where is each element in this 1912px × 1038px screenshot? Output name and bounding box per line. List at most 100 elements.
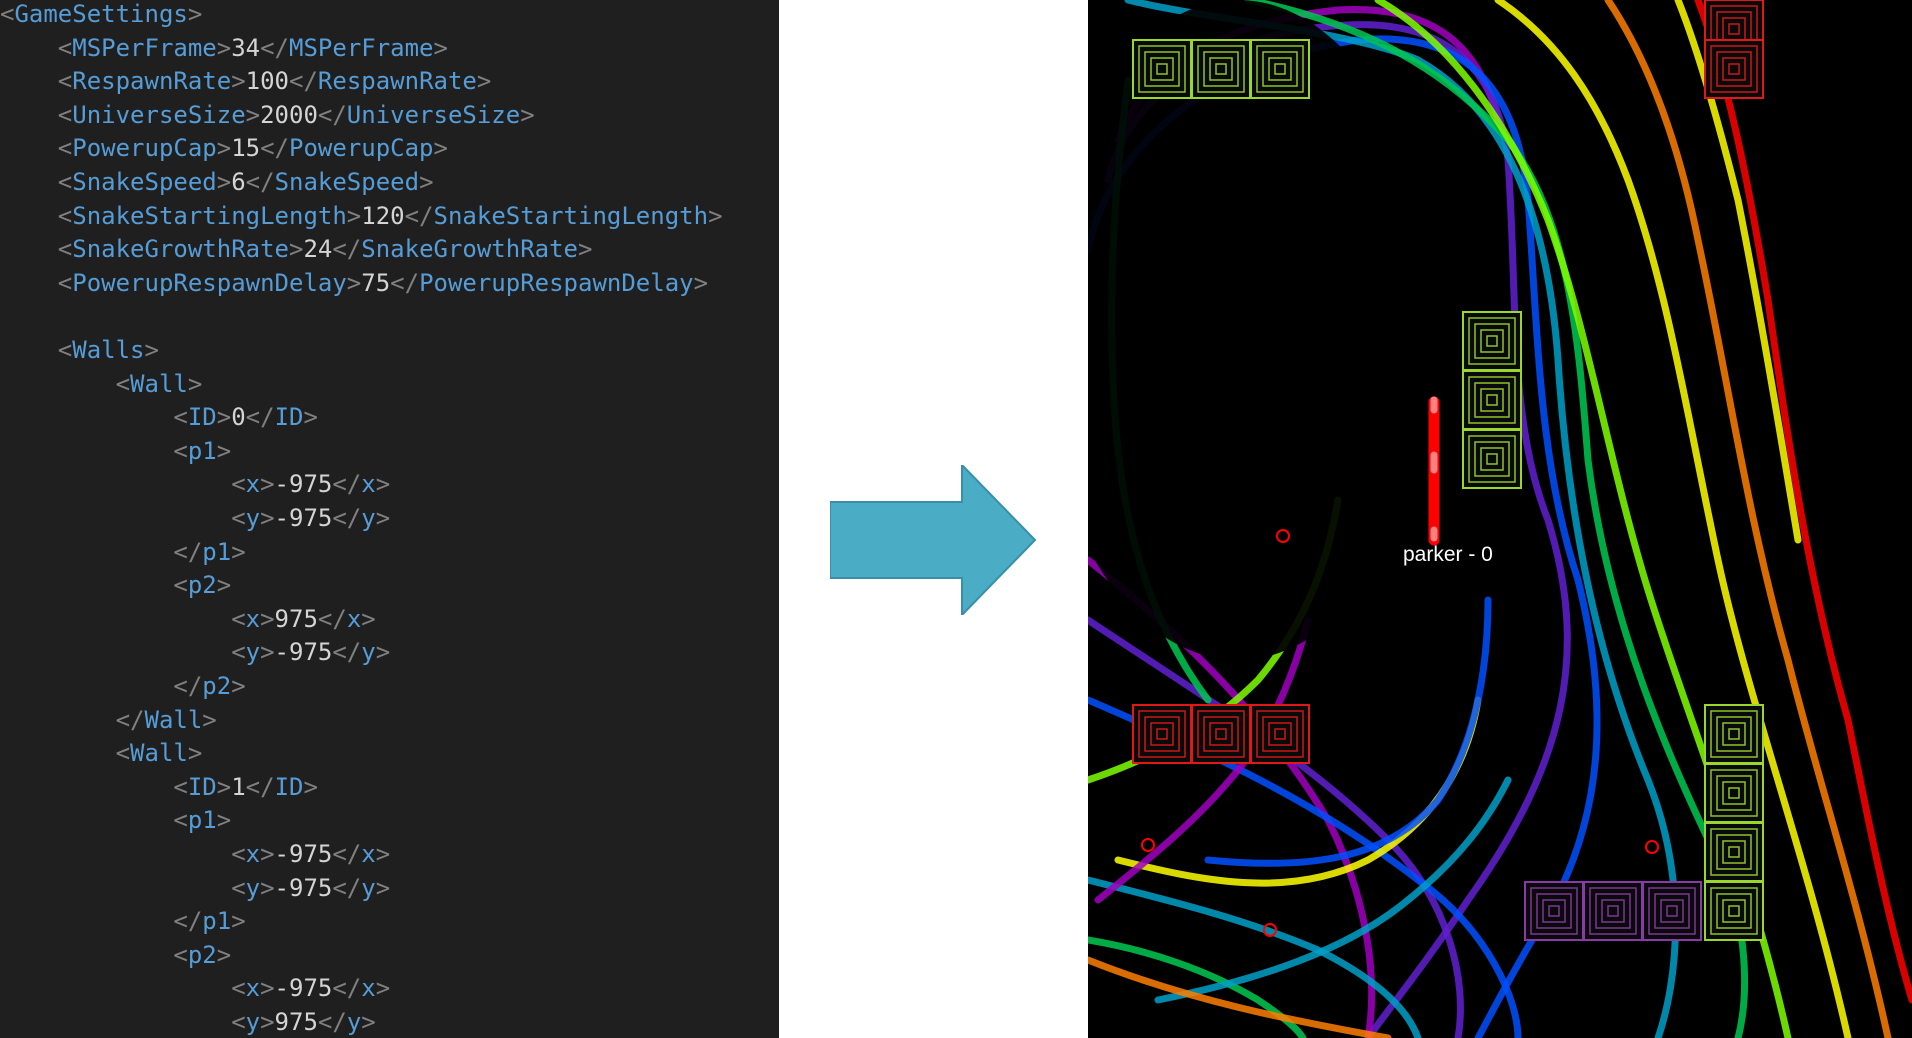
- code-line: <SnakeGrowthRate>24</SnakeGrowthRate>: [57, 235, 593, 264]
- xml-value: -975: [274, 873, 333, 902]
- xml-tag: x: [361, 974, 376, 1003]
- wall-block: [1250, 704, 1310, 764]
- wall-block: [1583, 881, 1643, 941]
- xml-tag: RespawnRate: [317, 67, 477, 96]
- xml-value: 100: [245, 67, 290, 96]
- code-line: <x>975</x>: [231, 604, 376, 633]
- xml-value: 75: [361, 268, 391, 297]
- code-line: <p2>: [173, 571, 232, 600]
- xml-tag: SnakeSpeed: [72, 168, 217, 196]
- xml-tag: SnakeStartingLength: [433, 201, 709, 230]
- xml-tag: y: [245, 1008, 261, 1036]
- wall-block: [1132, 704, 1192, 764]
- wall-block: [1704, 39, 1764, 99]
- code-line: <PowerupCap>15</PowerupCap>: [57, 134, 448, 163]
- xml-tag: ID: [274, 772, 304, 801]
- code-line: <SnakeStartingLength>120</SnakeStartingL…: [57, 201, 723, 230]
- code-line: <x>-975</x>: [231, 470, 391, 499]
- code-line: </p1>: [173, 537, 246, 566]
- xml-tag: PowerupCap: [72, 134, 217, 163]
- xml-tag: SnakeSpeed: [274, 168, 420, 196]
- wall-block: [1642, 881, 1702, 941]
- xml-value: 24: [303, 235, 333, 264]
- game-world: [1088, 0, 1912, 1038]
- xml-tag: p2: [187, 940, 217, 969]
- xml-tag: ID: [187, 403, 217, 432]
- xml-tag: SnakeGrowthRate: [72, 235, 289, 264]
- xml-tag: Wall: [130, 369, 188, 398]
- xml-tag: RespawnRate: [72, 67, 232, 96]
- xml-tag: p1: [202, 907, 232, 936]
- code-line: <p2>: [173, 940, 232, 969]
- arrow-shape: [830, 465, 1037, 615]
- code-line: <y>-975</y>: [231, 873, 391, 902]
- code-line: <UniverseSize>2000</UniverseSize>: [57, 100, 535, 129]
- code-line: <Wall>: [115, 369, 203, 398]
- xml-tag: y: [245, 504, 261, 532]
- xml-tag: x: [245, 470, 261, 499]
- wall-block: [1191, 704, 1251, 764]
- xml-tag: SnakeStartingLength: [72, 201, 347, 230]
- wall-block: [1462, 311, 1522, 371]
- code-line: </p2>: [173, 672, 246, 700]
- xml-tag: y: [361, 504, 376, 532]
- code-line: </Wall>: [115, 705, 217, 734]
- xml-tag: UniverseSize: [72, 100, 246, 129]
- xml-value: 2000: [260, 100, 318, 129]
- xml-tag: PowerupCap: [289, 134, 434, 163]
- xml-tag: SnakeGrowthRate: [361, 235, 579, 264]
- xml-tag: MSPerFrame: [289, 33, 434, 62]
- code-line: <x>-975</x>: [231, 840, 391, 868]
- wall-block: [1132, 39, 1192, 99]
- xml-tag: p1: [187, 806, 217, 835]
- xml-tag: MSPerFrame: [72, 33, 217, 62]
- code-line: <x>-975</x>: [231, 974, 391, 1003]
- xml-value: 120: [361, 201, 405, 230]
- xml-tag: GameSettings: [14, 0, 188, 28]
- code-line: <PowerupRespawnDelay>75</PowerupRespawnD…: [57, 268, 709, 297]
- xml-value: -975: [274, 840, 333, 868]
- code-line: <MSPerFrame>34</MSPerFrame>: [57, 33, 448, 62]
- wall-block: [1704, 822, 1764, 882]
- xml-tag: y: [245, 638, 261, 667]
- xml-code-editor: <GameSettings> <MSPerFrame>34</MSPerFram…: [0, 0, 779, 1038]
- xml-tag: Wall: [144, 705, 203, 734]
- xml-value: 6: [231, 168, 246, 196]
- wall-block: [1704, 763, 1764, 823]
- xml-value: -975: [274, 638, 333, 667]
- xml-value: -975: [274, 974, 333, 1003]
- code-line: <Wall>: [115, 739, 203, 768]
- xml-tag: x: [346, 604, 362, 633]
- snake-game-view: parker - 0: [1088, 0, 1912, 1038]
- xml-tag: p1: [202, 537, 232, 566]
- xml-tag: x: [245, 974, 261, 1003]
- xml-value: -975: [274, 470, 333, 499]
- xml-tag: x: [361, 840, 376, 868]
- wall-block: [1191, 39, 1251, 99]
- code-line: <SnakeSpeed>6</SnakeSpeed>: [57, 168, 434, 196]
- code-line: <ID>1</ID>: [173, 772, 318, 801]
- xml-tag: ID: [274, 403, 304, 432]
- powerup: [1645, 840, 1659, 854]
- xml-tag: Walls: [72, 336, 145, 364]
- code-line: <GameSettings>: [0, 0, 203, 28]
- xml-tag: UniverseSize: [346, 100, 521, 129]
- snake-trail: [1088, 956, 1392, 1038]
- player-label: parker - 0: [1403, 543, 1493, 566]
- xml-tag: p1: [187, 436, 217, 465]
- wall-block: [1704, 704, 1764, 764]
- code-line: <RespawnRate>100</RespawnRate>: [57, 67, 492, 96]
- code-line: <p1>: [173, 436, 232, 465]
- xml-tag: p2: [202, 672, 232, 700]
- right-arrow-icon: [830, 465, 1037, 615]
- xml-tag: y: [346, 1008, 362, 1036]
- xml-value: 1: [231, 772, 246, 801]
- xml-tag: x: [245, 840, 261, 868]
- xml-tag: y: [245, 873, 261, 902]
- xml-tag: PowerupRespawnDelay: [419, 268, 694, 297]
- wall-block: [1250, 39, 1310, 99]
- xml-value: 15: [231, 134, 261, 163]
- wall-block: [1462, 370, 1522, 430]
- code-line: <y>-975</y>: [231, 504, 391, 532]
- xml-value: 34: [231, 33, 261, 62]
